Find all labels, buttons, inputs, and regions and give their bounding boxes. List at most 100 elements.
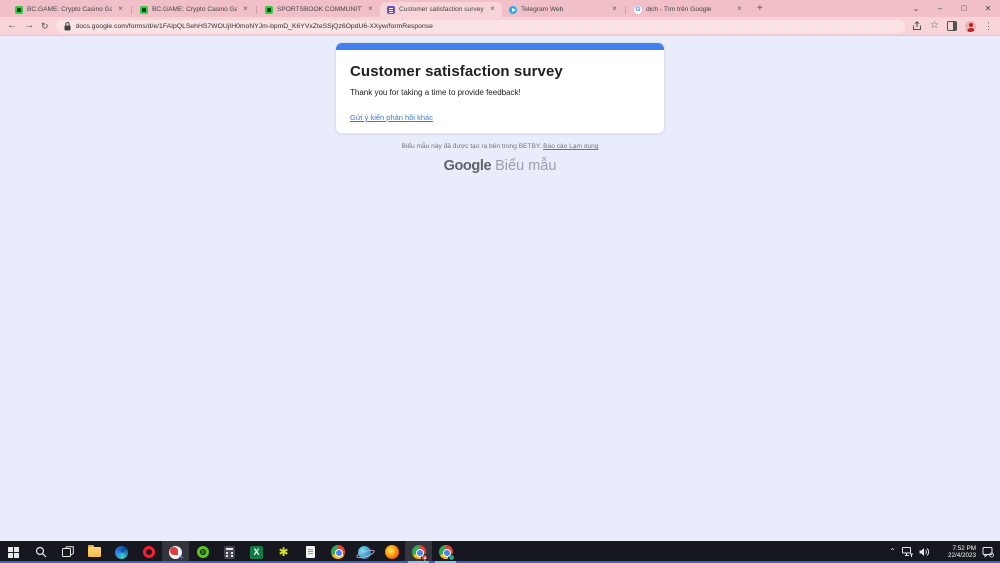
tab-telegram[interactable]: Telegram Web × <box>502 2 624 17</box>
google-logo-text: Google <box>444 158 492 174</box>
tab-google-search[interactable]: G dịch - Tìm trên Google × <box>627 2 749 17</box>
tab-title: SPORTSBOOK COMMUNITY SUR <box>277 6 362 13</box>
taskbar: X ✱ ⌃ <box>0 541 1000 563</box>
window-controls: ⌄ – ▢ ✕ <box>904 0 1000 17</box>
form-title: Customer satisfaction survey <box>350 63 650 80</box>
excel-icon: X <box>250 546 263 559</box>
tab-bcgame-2[interactable]: BC.GAME: Crypto Casino Games × <box>133 2 255 17</box>
tab-title: BC.GAME: Crypto Casino Games <box>152 6 237 13</box>
form-thankyou-message: Thank you for taking a time to provide f… <box>350 88 650 97</box>
network-icon[interactable] <box>902 547 913 557</box>
edge-icon <box>115 546 128 559</box>
firefox-icon <box>385 545 399 559</box>
google-favicon: G <box>634 6 642 14</box>
forms-product-text: Biểu mẫu <box>495 158 556 174</box>
green-circle-app-button[interactable] <box>189 541 216 563</box>
chrome-button[interactable] <box>324 541 351 563</box>
tab-title: Telegram Web <box>521 6 606 13</box>
opera-button[interactable] <box>135 541 162 563</box>
search-icon <box>35 546 47 558</box>
green-circle-app-icon <box>197 546 209 558</box>
profile-badge-red <box>421 554 428 561</box>
notepad-icon <box>306 546 315 558</box>
tab-sportsbook[interactable]: SPORTSBOOK COMMUNITY SUR × <box>258 2 380 17</box>
tab-close-icon[interactable]: × <box>610 5 619 14</box>
url-bar[interactable]: docs.google.com/forms/d/e/1FAIpQLSehHS7W… <box>56 20 905 33</box>
tab-search-chevron-icon[interactable]: ⌄ <box>904 0 928 17</box>
volume-icon[interactable] <box>919 547 930 557</box>
red-plus-app-icon <box>169 546 182 559</box>
calculator-icon <box>224 546 235 559</box>
chrome-profile-red-icon <box>412 545 426 559</box>
close-window-button[interactable]: ✕ <box>976 0 1000 17</box>
clock-date: 22/4/2023 <box>936 552 976 560</box>
profile-badge-green <box>448 554 455 561</box>
notification-center-icon[interactable] <box>982 546 994 558</box>
taskbar-search-button[interactable] <box>27 541 54 563</box>
forward-button[interactable]: → <box>24 21 34 31</box>
screen: BC.GAME: Crypto Casino Games × BC.GAME: … <box>0 0 1000 563</box>
bcgame-favicon <box>140 6 148 14</box>
tray-chevron-up-icon[interactable]: ⌃ <box>889 548 896 556</box>
opera-icon <box>143 546 155 558</box>
reload-button[interactable]: ↻ <box>41 21 49 31</box>
toolbar-actions: ☆ ⋮ <box>912 21 993 32</box>
bookmark-star-icon[interactable]: ☆ <box>930 21 939 31</box>
browser-tab-strip: BC.GAME: Crypto Casino Games × BC.GAME: … <box>0 0 1000 17</box>
telegram-favicon <box>509 6 517 14</box>
planet-app-button[interactable] <box>351 541 378 563</box>
tab-close-icon[interactable]: × <box>241 5 250 14</box>
browser-menu-icon[interactable]: ⋮ <box>984 21 993 32</box>
yellow-gear-icon: ✱ <box>278 546 288 558</box>
planet-app-icon <box>358 546 371 559</box>
chrome-profile-green-button[interactable] <box>432 541 459 563</box>
task-view-button[interactable] <box>54 541 81 563</box>
edge-button[interactable] <box>108 541 135 563</box>
tab-close-icon[interactable]: × <box>735 5 744 14</box>
start-button[interactable] <box>0 541 27 563</box>
taskbar-clock[interactable]: 7:52 PM 22/4/2023 <box>936 545 976 560</box>
new-tab-button[interactable]: + <box>757 3 763 15</box>
tab-close-icon[interactable]: × <box>488 5 497 14</box>
file-explorer-button[interactable] <box>81 541 108 563</box>
url-text: docs.google.com/forms/d/e/1FAIpQLSehHS7W… <box>76 23 433 30</box>
system-tray: ⌃ 7:52 PM 22/4/2023 <box>889 541 1000 563</box>
side-panel-icon[interactable] <box>947 21 957 31</box>
clock-time: 7:52 PM <box>936 545 976 553</box>
tab-title: dịch - Tìm trên Google <box>646 6 731 13</box>
submit-another-response-link[interactable]: Gửi ý kiến phản hồi khác <box>350 113 433 122</box>
tab-customer-survey-active[interactable]: Customer satisfaction survey × <box>380 2 502 17</box>
chrome-profile-green-icon <box>439 545 453 559</box>
google-forms-brand: GoogleBiểu mẫu <box>0 157 1000 175</box>
profile-avatar[interactable] <box>965 21 976 32</box>
card-accent-bar <box>336 43 664 50</box>
bcgame-favicon <box>265 6 273 14</box>
minimize-button[interactable]: – <box>928 0 952 17</box>
report-abuse-link[interactable]: Báo cáo Lạm dụng <box>543 143 598 150</box>
google-forms-favicon <box>387 6 395 14</box>
red-plus-app-button[interactable] <box>162 541 189 563</box>
calculator-button[interactable] <box>216 541 243 563</box>
task-view-icon <box>62 546 74 558</box>
form-response-card: Customer satisfaction survey Thank you f… <box>335 42 665 134</box>
tab-bcgame-1[interactable]: BC.GAME: Crypto Casino Games × <box>8 2 130 17</box>
yellow-gear-app-button[interactable]: ✱ <box>270 541 297 563</box>
bcgame-favicon <box>15 6 23 14</box>
tab-title: Customer satisfaction survey <box>399 6 484 13</box>
chrome-icon <box>331 545 345 559</box>
firefox-button[interactable] <box>378 541 405 563</box>
tab-separator <box>256 6 257 14</box>
share-icon[interactable] <box>912 21 922 31</box>
excel-button[interactable]: X <box>243 541 270 563</box>
created-inside-text: Biểu mẫu này đã được tạo ra bên trong BE… <box>401 143 541 150</box>
tab-separator <box>625 6 626 14</box>
tab-close-icon[interactable]: × <box>366 5 375 14</box>
browser-toolbar: ← → ↻ docs.google.com/forms/d/e/1FAIpQLS… <box>0 17 1000 36</box>
notepad-button[interactable] <box>297 541 324 563</box>
restore-button[interactable]: ▢ <box>952 0 976 17</box>
chrome-profile-red-button[interactable] <box>405 541 432 563</box>
form-footer-notice: Biểu mẫu này đã được tạo ra bên trong BE… <box>0 143 1000 150</box>
back-button[interactable]: ← <box>7 21 17 31</box>
tab-close-icon[interactable]: × <box>116 5 125 14</box>
tab-title: BC.GAME: Crypto Casino Games <box>27 6 112 13</box>
